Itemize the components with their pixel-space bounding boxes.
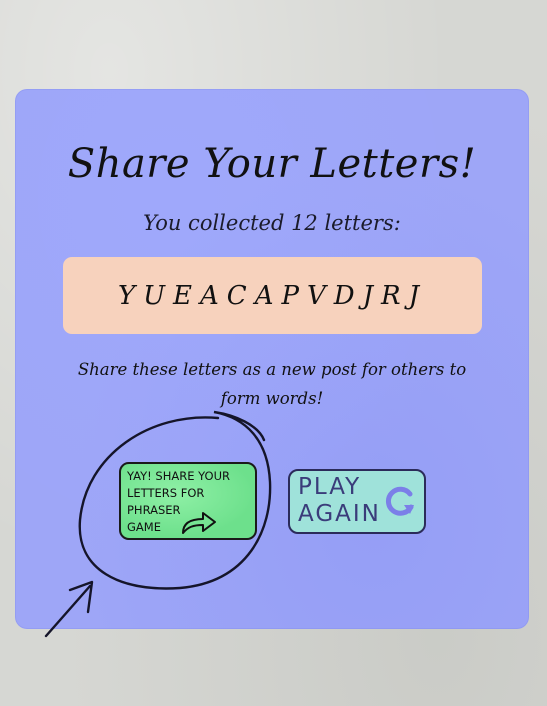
share-arrow-icon [182,512,216,534]
replay-icon [385,486,414,516]
letters-box: YUEACAPVDJRJ [63,257,482,334]
play-again-button[interactable]: PLAY AGAIN [288,469,426,534]
letters-count-text: You collected 12 letters: [143,211,401,235]
share-card: Share Your Letters! You collected 12 let… [15,89,529,629]
collected-letters: YUEACAPVDJRJ [117,280,428,311]
page-title: Share Your Letters! [67,141,477,187]
share-hint: Share these letters as a new post for ot… [77,360,467,408]
share-letters-button[interactable]: YAY! SHARE YOUR LETTERS FOR PHRASER GAME [119,462,257,540]
